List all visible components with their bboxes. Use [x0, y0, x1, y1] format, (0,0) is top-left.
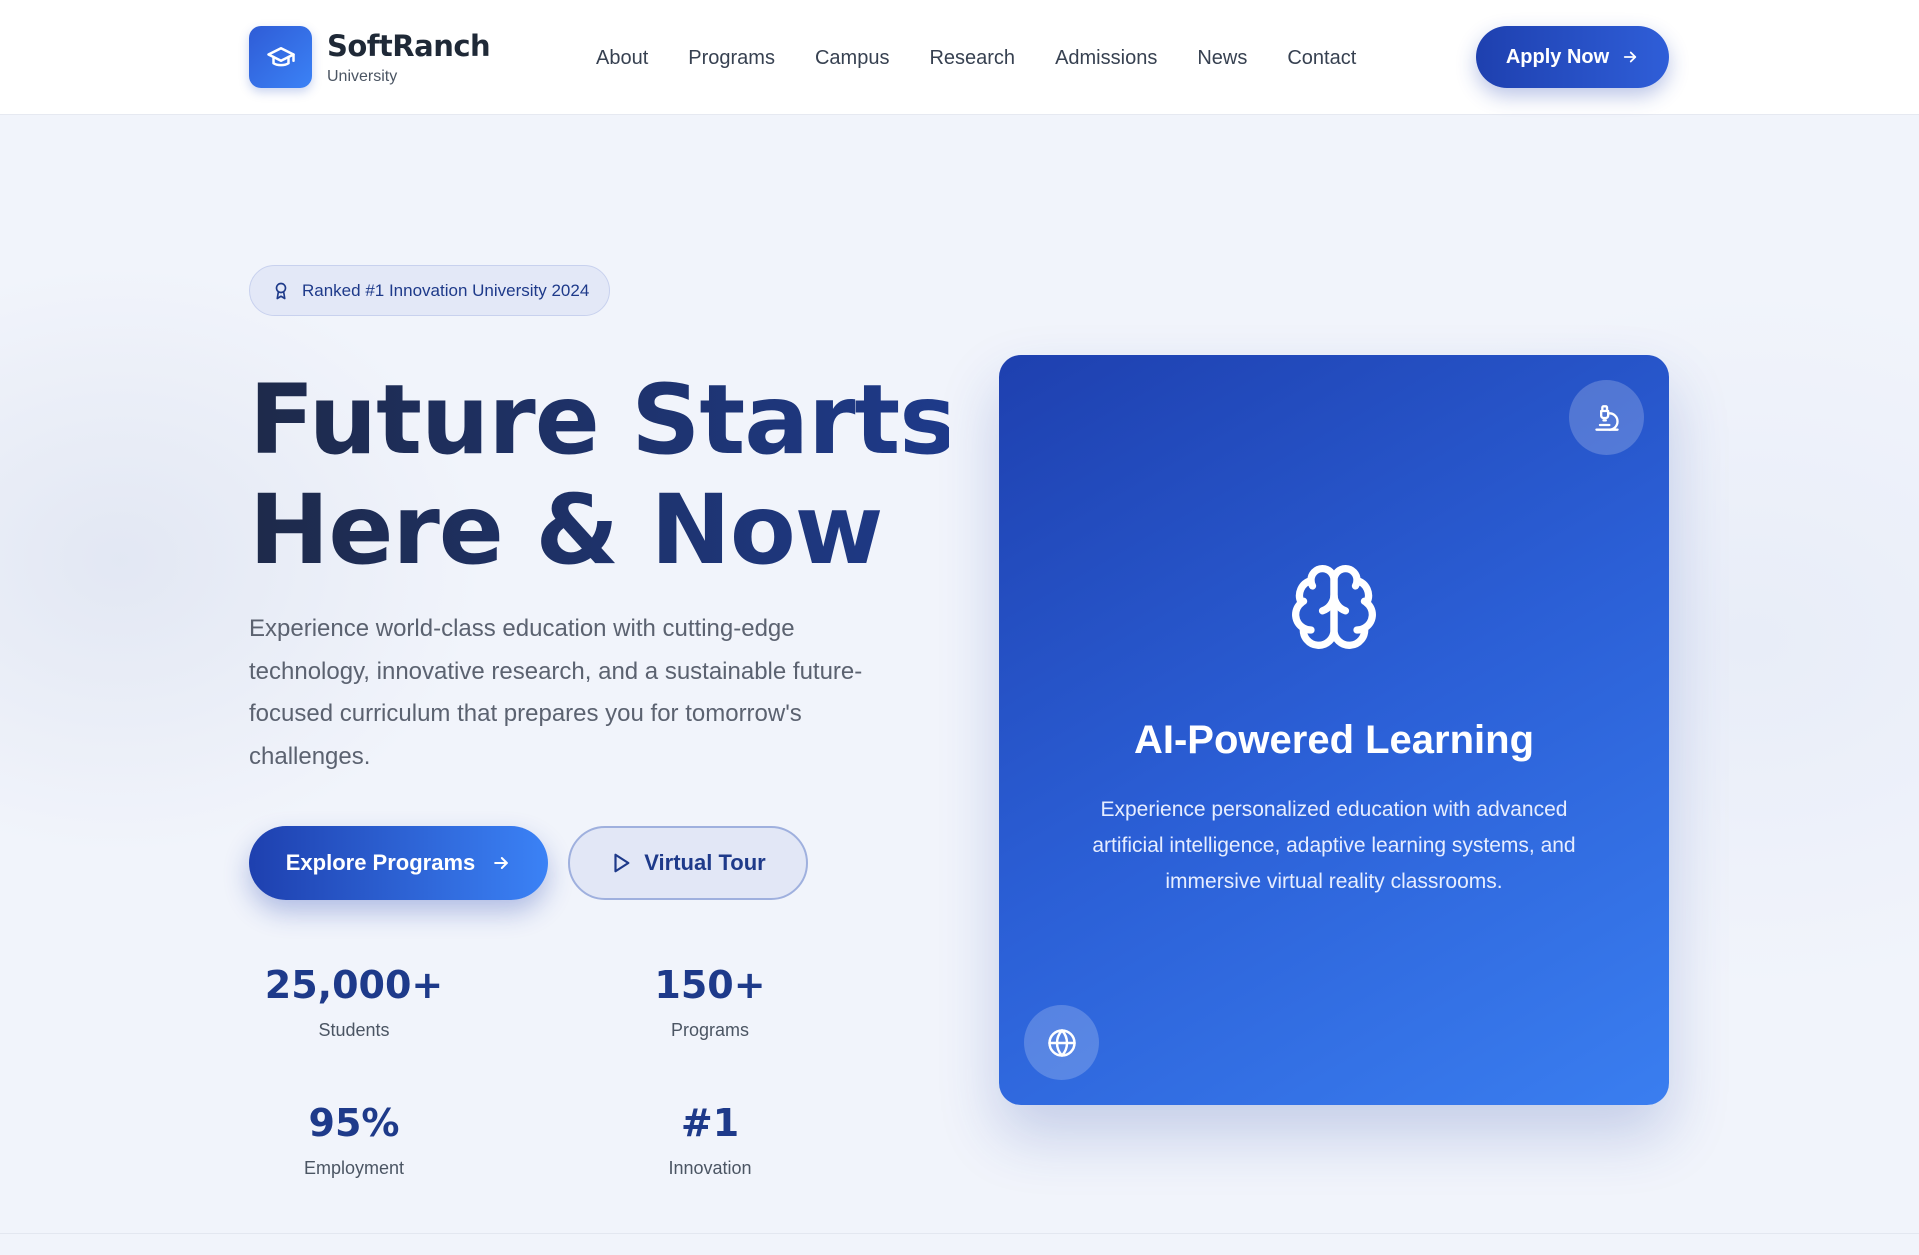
- explore-programs-label: Explore Programs: [285, 850, 476, 875]
- nav-item-admissions[interactable]: Admissions: [1055, 44, 1157, 72]
- stat-students: 25,000+ Students: [249, 962, 459, 1042]
- apply-now-label: Apply Now: [1505, 45, 1610, 68]
- apply-now-button[interactable]: Apply Now: [1476, 26, 1669, 88]
- stat-value: 150+: [654, 963, 766, 1007]
- stat-value: 95%: [308, 1101, 400, 1145]
- stat-value: #1: [680, 1101, 740, 1145]
- site-header: SoftRanch University About Programs Camp…: [0, 0, 1919, 115]
- hero-title: Future Starts Here & Now: [249, 365, 949, 585]
- nav-item-programs[interactable]: Programs: [688, 44, 775, 72]
- hero-cta-group: Explore Programs Virtual Tour: [249, 826, 808, 900]
- hero-title-line-2: Here & Now: [249, 474, 883, 586]
- stat-label: Students: [318, 1020, 390, 1040]
- nav-item-contact[interactable]: Contact: [1287, 44, 1356, 72]
- explore-programs-button[interactable]: Explore Programs: [249, 826, 548, 900]
- stat-innovation: #1 Innovation: [605, 1100, 815, 1180]
- main-nav: About Programs Campus Research Admission…: [596, 44, 1396, 72]
- ranking-badge-text: Ranked #1 Innovation University 2024: [302, 280, 590, 300]
- brain-icon: [1292, 565, 1376, 649]
- microscope-icon: [1569, 380, 1644, 455]
- feature-card: AI-Powered Learning Experience personali…: [999, 355, 1669, 1105]
- arrow-right-icon: [494, 857, 509, 869]
- brand[interactable]: SoftRanch University: [249, 26, 491, 88]
- nav-item-about[interactable]: About: [596, 44, 648, 72]
- nav-item-news[interactable]: News: [1197, 44, 1247, 72]
- virtual-tour-label: Virtual Tour: [644, 850, 766, 875]
- nav-item-research[interactable]: Research: [929, 44, 1015, 72]
- feature-card-title: AI-Powered Learning: [1133, 718, 1535, 762]
- nav-item-campus[interactable]: Campus: [815, 44, 889, 72]
- globe-icon: [1024, 1005, 1099, 1080]
- hero-description: Experience world-class education with cu…: [249, 615, 863, 770]
- stats-grid: 25,000+ Students 150+ Programs 95% Emplo…: [249, 962, 869, 1202]
- ranking-badge: Ranked #1 Innovation University 2024: [249, 265, 611, 316]
- section-divider: [0, 1233, 1919, 1234]
- stat-programs: 150+ Programs: [605, 962, 815, 1042]
- graduation-cap-icon: [249, 26, 312, 88]
- brand-subtitle: University: [327, 68, 398, 85]
- brand-name: SoftRanch: [327, 29, 491, 63]
- arrow-right-icon: [1624, 51, 1637, 63]
- stat-label: Programs: [670, 1020, 750, 1040]
- hero-title-line-1: Future Starts: [249, 364, 956, 476]
- play-icon: [614, 853, 630, 873]
- stat-employment: 95% Employment: [249, 1100, 459, 1180]
- award-ribbon-icon: [275, 282, 287, 299]
- feature-card-description: Experience personalized education with a…: [1092, 798, 1576, 893]
- stat-value: 25,000+: [264, 963, 444, 1007]
- stat-label: Employment: [303, 1158, 405, 1178]
- virtual-tour-button[interactable]: Virtual Tour: [568, 826, 808, 900]
- stat-label: Innovation: [668, 1158, 752, 1178]
